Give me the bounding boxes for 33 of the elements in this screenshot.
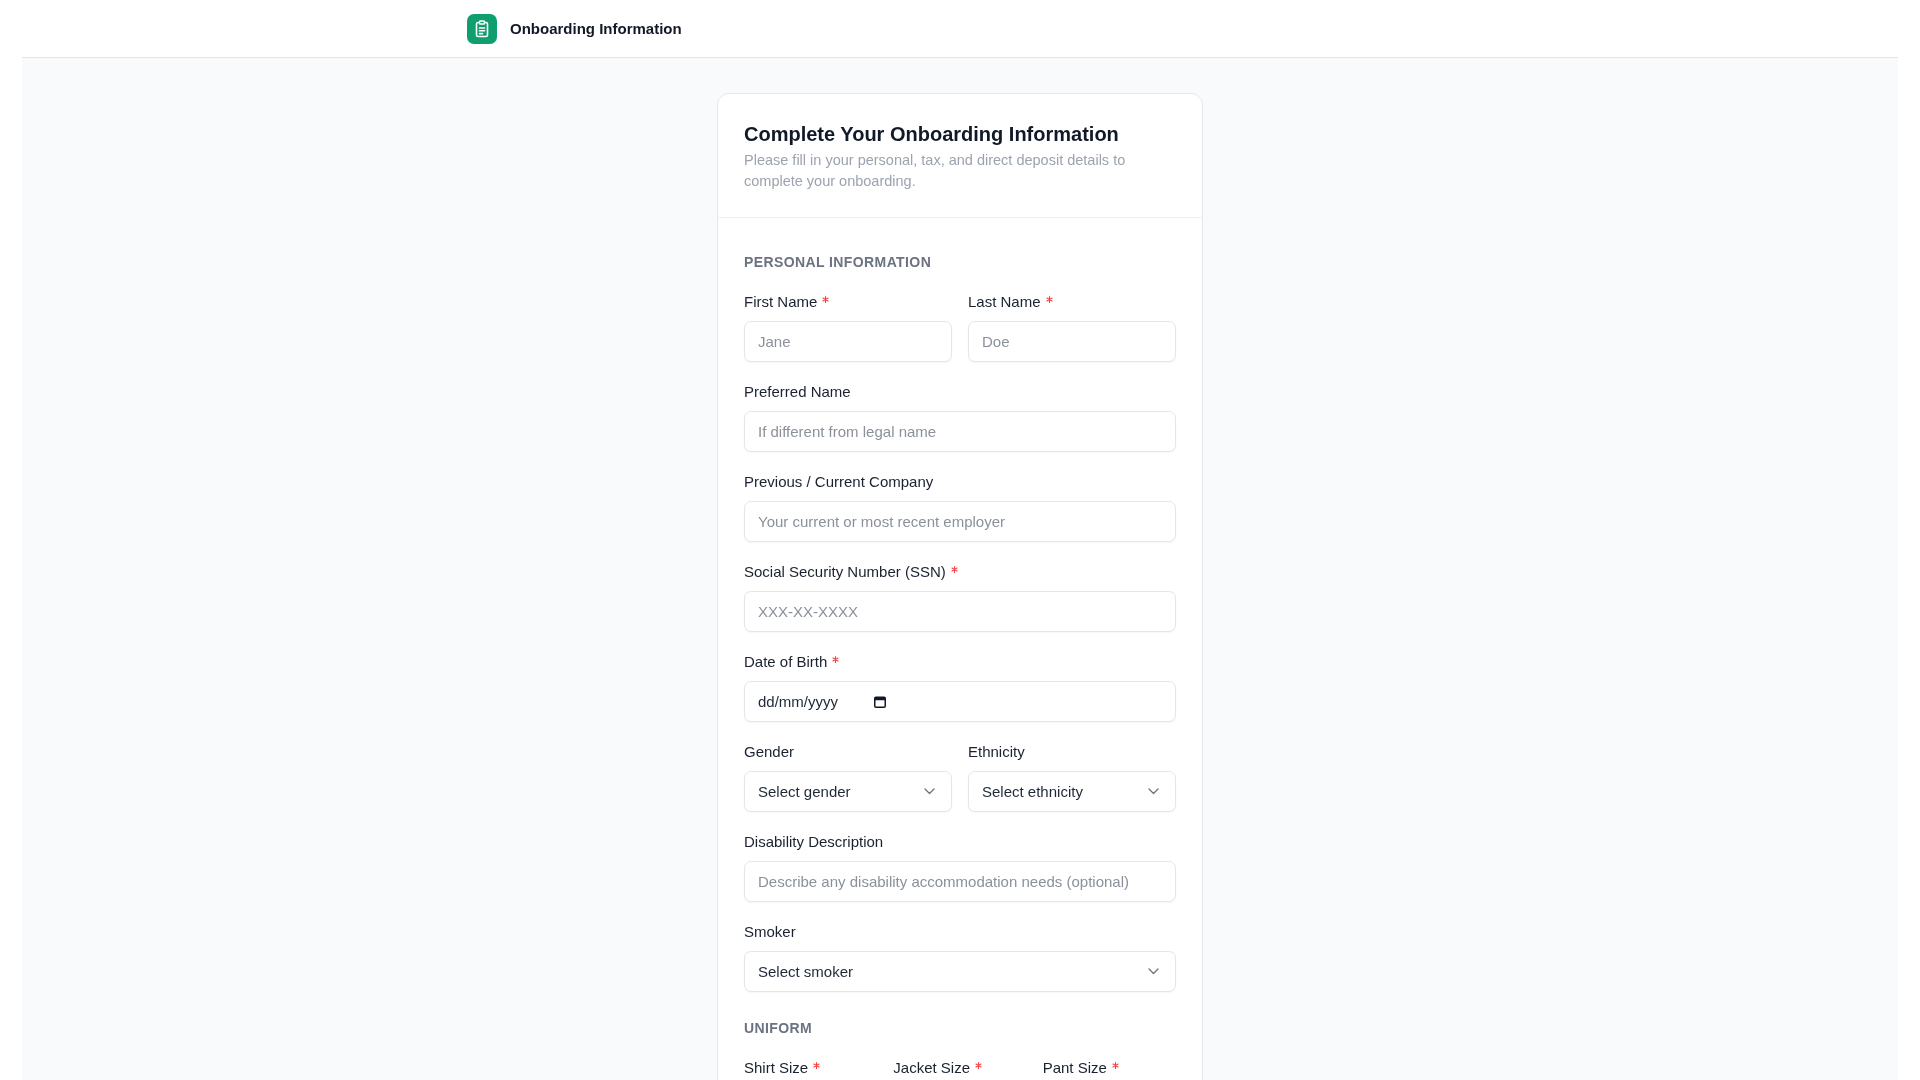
chevron-down-icon [1148, 788, 1159, 795]
section-heading: UNIFORM [744, 1019, 814, 1038]
dropdown-select[interactable]: Select gender [744, 771, 952, 812]
field-label: Shirt Size [744, 1058, 809, 1078]
form-description: Please fill in your personal, tax, and direct deposit details to complete your onboarding. [744, 151, 1127, 191]
field-label: Jacket Size [893, 1058, 971, 1078]
text-input-field[interactable]: If different from legal name [744, 411, 1176, 452]
app-title: Onboarding Information [510, 20, 682, 37]
field-label: Pant Size [1042, 1058, 1107, 1078]
chevron-down-icon [924, 788, 935, 795]
field-label: Smoker [744, 922, 796, 942]
field-label: Ethnicity [968, 742, 1025, 762]
text-input-field[interactable]: Your current or most recent employer [744, 501, 1176, 542]
dropdown-select[interactable]: Select smoker [744, 951, 1176, 992]
field-label: Previous / Current Company [744, 472, 934, 492]
text-input-field[interactable]: Jane [744, 321, 952, 362]
field-label: Disability Description [744, 832, 884, 852]
form-title: Complete Your Onboarding Information [744, 122, 1120, 147]
dropdown-select[interactable]: Select ethnicity [968, 771, 1176, 812]
field-label: Last Name [968, 292, 1041, 312]
date-input-field[interactable]: dd/mm/yyyy [744, 681, 1176, 722]
calendar-icon [874, 696, 886, 708]
text-input-field[interactable]: XXX-XX-XXXX [744, 591, 1176, 632]
text-input-field[interactable]: Describe any disability accommodation needs (optional) [744, 861, 1176, 902]
chevron-down-icon [1148, 968, 1159, 975]
text-input-field[interactable]: Doe [968, 321, 1176, 362]
field-label: Date of Birth [744, 652, 828, 672]
section-heading: PERSONAL INFORMATION [744, 253, 933, 272]
field-label: Preferred Name [744, 382, 851, 402]
field-label: Gender [744, 742, 795, 762]
clipboard-icon [467, 13, 497, 44]
field-label: First Name [744, 292, 818, 312]
field-label: Social Security Number (SSN) [744, 562, 946, 582]
